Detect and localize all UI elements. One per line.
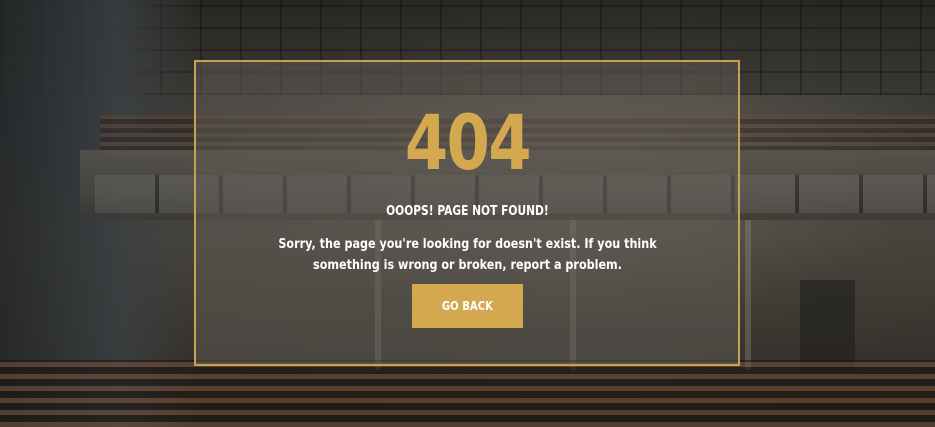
- go-back-button[interactable]: GO BACK: [412, 284, 523, 328]
- error-message: Sorry, the page you're looking for doesn…: [222, 234, 713, 276]
- go-back-button-label: GO BACK: [441, 299, 494, 313]
- error-title: OOOPS! PAGE NOT FOUND!: [386, 204, 549, 219]
- error-message-text: Sorry, the page you're looking for doesn…: [278, 237, 657, 273]
- background-doorway: [800, 280, 855, 370]
- background-pillar: [745, 220, 751, 370]
- background-lower-seats: [0, 360, 935, 427]
- error-code: 404: [404, 98, 532, 187]
